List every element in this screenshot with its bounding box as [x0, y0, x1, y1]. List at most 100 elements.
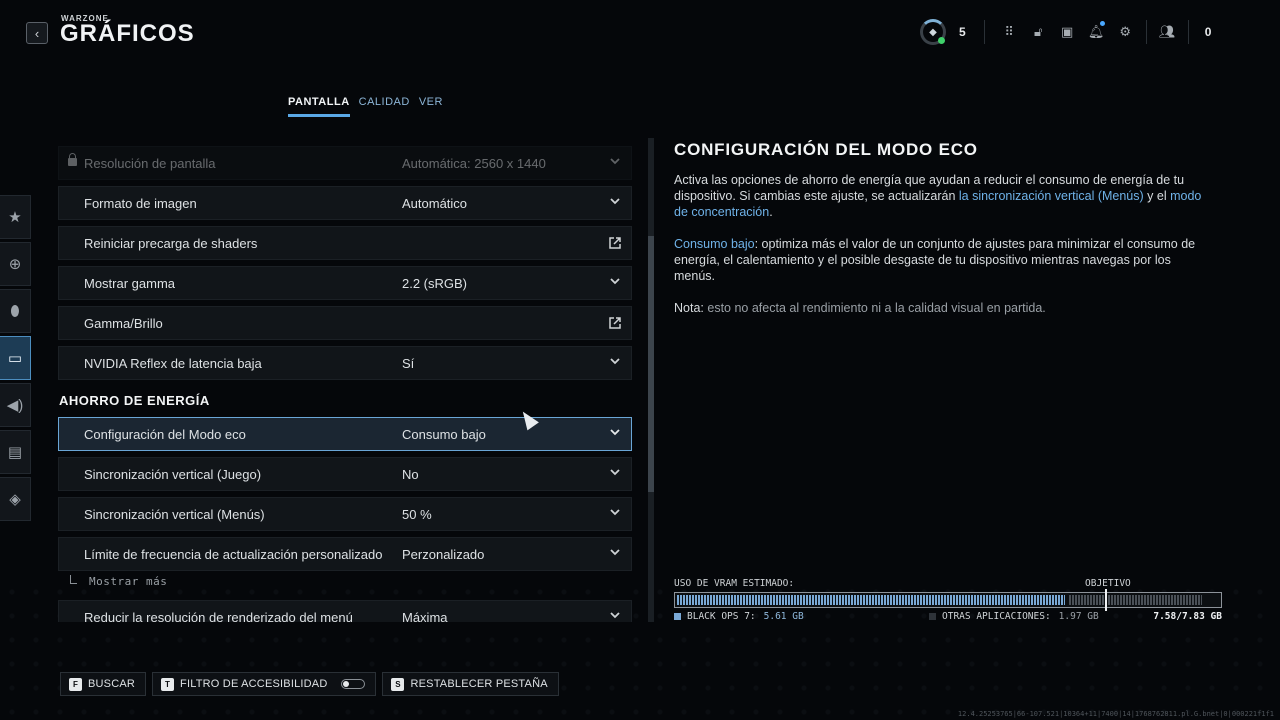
- key-hint: S: [391, 677, 405, 691]
- setting-row-nvidia-reflex[interactable]: NVIDIA Reflex de latencia baja Sí: [58, 346, 632, 380]
- setting-value: 2.2 (sRGB): [402, 275, 468, 291]
- vram-bar: [674, 589, 1222, 611]
- setting-label: Configuración del Modo eco: [84, 426, 246, 442]
- note-label: Nota:: [674, 301, 704, 315]
- chevron-down-icon: [610, 278, 620, 285]
- page-title: GRÁFICOS: [60, 20, 195, 47]
- description-text: y el: [1143, 189, 1171, 203]
- accessibility-filter-button[interactable]: T FILTRO DE ACCESIBILIDAD: [152, 672, 377, 696]
- lock-icon: [68, 153, 77, 166]
- external-link-icon: [609, 317, 621, 329]
- tab-ver[interactable]: VER: [419, 96, 443, 117]
- description-text: .: [769, 205, 773, 219]
- setting-value: Perzonalizado: [402, 546, 485, 562]
- setting-value: Automática: 2560 x 1440: [402, 155, 546, 171]
- tree-branch-icon: [70, 575, 77, 584]
- legend-swatch: [929, 613, 936, 620]
- setting-value: Consumo bajo: [402, 426, 486, 442]
- legend-label: BLACK OPS 7:: [687, 611, 756, 622]
- setting-label: Formato de imagen: [84, 195, 197, 211]
- speaker-icon: ◀︎): [6, 397, 24, 414]
- rail-mouse-keyboard[interactable]: ⬮: [0, 289, 31, 333]
- setting-label: Reiniciar precarga de shaders: [84, 235, 258, 251]
- show-more-link[interactable]: Mostrar más: [70, 575, 167, 588]
- reset-tab-button[interactable]: S RESTABLECER PESTAÑA: [382, 672, 559, 696]
- lock-open-icon[interactable]: 🔓︎: [1024, 24, 1053, 40]
- divider: [1145, 20, 1147, 44]
- notification-dot: [1099, 21, 1105, 26]
- description-paragraph: Activa las opciones de ahorro de energía…: [674, 172, 1214, 220]
- setting-row-limite-frecuencia[interactable]: Límite de frecuencia de actualización pe…: [58, 537, 632, 571]
- chevron-down-icon: [610, 429, 620, 436]
- vram-legend-other: OTRAS APLICACIONES: 1.97 GB: [929, 611, 1099, 622]
- rail-favorites[interactable]: ★: [0, 195, 31, 239]
- party-count: 0: [1204, 25, 1212, 39]
- section-title-ahorro-energia: AHORRO DE ENERGÍA: [59, 393, 210, 408]
- legend-label: OTRAS APLICACIONES:: [942, 611, 1051, 622]
- accessibility-toggle[interactable]: [341, 679, 366, 689]
- setting-row-vsync-menus[interactable]: Sincronización vertical (Menús) 50 %: [58, 497, 632, 531]
- link-consumo-bajo[interactable]: Consumo bajo: [674, 237, 755, 251]
- setting-row-formato-imagen[interactable]: Formato de imagen Automático: [58, 186, 632, 220]
- setting-row-vsync-juego[interactable]: Sincronización vertical (Juego) No: [58, 457, 632, 491]
- prestige-icon[interactable]: ◆: [920, 19, 946, 45]
- player-level: 5: [959, 25, 966, 39]
- setting-row-mostrar-gamma[interactable]: Mostrar gamma 2.2 (sRGB): [58, 266, 632, 300]
- network-icon: ◈: [9, 491, 21, 508]
- chevron-down-icon: [610, 469, 620, 476]
- setting-label: Gamma/Brillo: [84, 315, 163, 331]
- scrollbar-thumb[interactable]: [648, 236, 654, 492]
- back-button[interactable]: ‹: [26, 22, 48, 44]
- button-label: FILTRO DE ACCESIBILIDAD: [180, 678, 328, 690]
- vram-total: 7.58/7.83 GB: [1153, 611, 1222, 622]
- note-text: esto no afecta al rendimiento ni a la ca…: [703, 301, 1046, 315]
- setting-label: Resolución de pantalla: [84, 155, 216, 171]
- vram-game-fill: [677, 595, 1066, 605]
- chevron-down-icon: [610, 509, 620, 516]
- rail-interface[interactable]: ▤: [0, 430, 31, 474]
- setting-row-gamma-brillo[interactable]: Gamma/Brillo: [58, 306, 632, 340]
- vram-legend-game: BLACK OPS 7: 5.61 GB: [674, 611, 804, 622]
- setting-label: Límite de frecuencia de actualización pe…: [84, 546, 383, 562]
- description-paragraph: Consumo bajo: optimiza más el valor de u…: [674, 236, 1214, 284]
- rail-network[interactable]: ◈: [0, 477, 31, 521]
- key-hint: T: [161, 677, 175, 691]
- setting-row-reducir-resolucion-menu[interactable]: Reducir la resolución de renderizado del…: [58, 600, 632, 622]
- vram-target-marker: [1105, 589, 1108, 611]
- gamepad-icon: ⊕: [8, 256, 22, 273]
- description-panel: CONFIGURACIÓN DEL MODO ECO Activa las op…: [674, 140, 1214, 332]
- link-vsync-menus[interactable]: la sincronización vertical (Menús): [959, 189, 1144, 203]
- setting-label: Sincronización vertical (Juego): [84, 466, 262, 482]
- setting-label: Mostrar gamma: [84, 275, 176, 291]
- setting-value: Máxima: [402, 609, 448, 623]
- camera-icon[interactable]: ▣: [1053, 24, 1082, 40]
- gear-icon[interactable]: ⚙: [1111, 24, 1140, 40]
- category-rail: ★ ⊕ ⬮ ▭ ◀︎) ▤ ◈: [0, 195, 32, 524]
- setting-value: 50 %: [402, 506, 432, 522]
- display-icon: ▭: [7, 350, 23, 367]
- settings-list: Resolución de pantalla Automática: 2560 …: [58, 144, 632, 622]
- vram-other-fill: [1069, 595, 1202, 605]
- legend-swatch: [674, 613, 681, 620]
- bell-icon[interactable]: 🔔︎: [1082, 21, 1111, 40]
- setting-value: No: [402, 466, 419, 482]
- tab-calidad[interactable]: CALIDAD: [359, 96, 410, 117]
- social-icon[interactable]: 👥︎: [1153, 24, 1182, 40]
- setting-row-modo-eco[interactable]: Configuración del Modo eco Consumo bajo: [58, 417, 632, 451]
- tab-bar: PANTALLA CALIDAD VER: [288, 96, 443, 117]
- external-link-icon: [609, 237, 621, 249]
- setting-row-reiniciar-shaders[interactable]: Reiniciar precarga de shaders: [58, 226, 632, 260]
- search-button[interactable]: F BUSCAR: [60, 672, 147, 696]
- footer-actions: F BUSCAR T FILTRO DE ACCESIBILIDAD S RESTAB…: [60, 672, 559, 696]
- tab-pantalla[interactable]: PANTALLA: [288, 96, 350, 117]
- grid-icon[interactable]: ⠿: [995, 24, 1024, 40]
- setting-value: Automático: [402, 195, 468, 211]
- mouse-icon: ⬮: [10, 302, 20, 320]
- chevron-down-icon: [610, 198, 620, 205]
- build-string: 12.4.25253765|66-107.521|10364+11|7400|1…: [957, 710, 1274, 718]
- chevron-down-icon: [610, 549, 620, 556]
- rail-audio[interactable]: ◀︎): [0, 383, 31, 427]
- chevron-down-icon: [610, 158, 620, 165]
- rail-controller[interactable]: ⊕: [0, 242, 31, 286]
- rail-graphics[interactable]: ▭: [0, 336, 31, 380]
